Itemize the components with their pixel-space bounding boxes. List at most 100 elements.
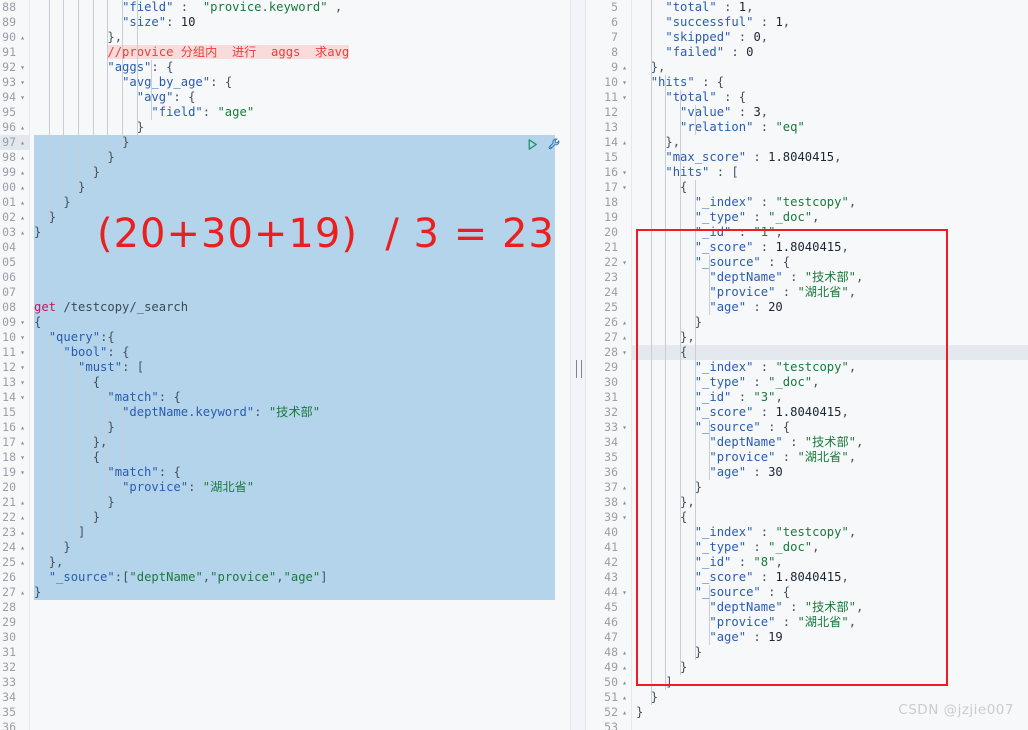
code-line[interactable]: {	[34, 450, 349, 465]
code-line[interactable]	[34, 660, 349, 675]
code-line[interactable]: }	[636, 645, 863, 660]
code-line[interactable]: "_index" : "testcopy",	[636, 195, 863, 210]
code-line[interactable]: },	[636, 135, 863, 150]
code-line[interactable]: "match": {	[34, 390, 349, 405]
code-line[interactable]: "deptName" : "技术部",	[636, 600, 863, 615]
fold-marker[interactable]: ▴	[620, 660, 629, 675]
pane-splitter[interactable]	[570, 0, 586, 730]
code-line[interactable]: },	[636, 330, 863, 345]
code-line[interactable]: "_source":["deptName","provice","age"]	[34, 570, 349, 585]
code-line[interactable]: },	[636, 60, 863, 75]
fold-marker[interactable]: ▴	[620, 315, 629, 330]
fold-marker[interactable]: ▾	[620, 75, 629, 90]
code-line[interactable]: "provice" : "湖北省",	[636, 285, 863, 300]
fold-marker[interactable]: ▴	[18, 540, 27, 555]
fold-marker[interactable]: ▴	[18, 225, 27, 240]
code-line[interactable]: "deptName.keyword": "技术部"	[34, 405, 349, 420]
code-line[interactable]: "field": "age"	[34, 105, 349, 120]
code-line[interactable]: "avg": {	[34, 90, 349, 105]
code-line[interactable]: "max_score" : 1.8040415,	[636, 150, 863, 165]
fold-marker[interactable]: ▴	[620, 705, 629, 720]
request-editor-code[interactable]: "field" : "provice.keyword" , "size": 10…	[34, 0, 350, 730]
code-line[interactable]: "_source" : {	[636, 420, 863, 435]
fold-marker[interactable]: ▾	[620, 180, 629, 195]
code-line[interactable]	[636, 720, 863, 730]
code-line[interactable]: "age" : 19	[636, 630, 863, 645]
fold-marker[interactable]: ▴	[18, 135, 27, 150]
code-line[interactable]: {	[636, 345, 863, 360]
code-line[interactable]: "provice" : "湖北省",	[636, 615, 863, 630]
code-line[interactable]: "age" : 30	[636, 465, 863, 480]
code-line[interactable]: "_score" : 1.8040415,	[636, 570, 863, 585]
code-line[interactable]: }	[636, 705, 863, 720]
code-line[interactable]: "query":{	[34, 330, 349, 345]
code-line[interactable]: "_type" : "_doc",	[636, 540, 863, 555]
code-line[interactable]	[34, 270, 349, 285]
code-line[interactable]: "_score" : 1.8040415,	[636, 240, 863, 255]
code-line[interactable]: }	[34, 150, 349, 165]
fold-marker[interactable]: ▴	[18, 525, 27, 540]
code-line[interactable]: get /testcopy/_search	[34, 300, 349, 315]
code-line[interactable]: {	[636, 180, 863, 195]
fold-marker[interactable]: ▾	[18, 330, 27, 345]
fold-marker[interactable]: ▴	[18, 420, 27, 435]
fold-marker[interactable]: ▴	[18, 195, 27, 210]
code-line[interactable]	[34, 630, 349, 645]
fold-marker[interactable]: ▴	[620, 495, 629, 510]
code-line[interactable]: "_index" : "testcopy",	[636, 525, 863, 540]
code-line[interactable]: }	[636, 690, 863, 705]
code-line[interactable]	[34, 615, 349, 630]
code-line[interactable]: "match": {	[34, 465, 349, 480]
code-line[interactable]: }	[34, 195, 349, 210]
code-line[interactable]	[34, 720, 349, 730]
code-line[interactable]: "hits" : [	[636, 165, 863, 180]
fold-marker[interactable]: ▾	[18, 60, 27, 75]
fold-marker[interactable]: ▾	[18, 75, 27, 90]
code-line[interactable]	[34, 285, 349, 300]
code-line[interactable]: "provice" : "湖北省",	[636, 450, 863, 465]
code-line[interactable]: ]	[636, 675, 863, 690]
code-line[interactable]: "_id" : "8",	[636, 555, 863, 570]
fold-marker[interactable]: ▴	[18, 120, 27, 135]
fold-marker[interactable]: ▾	[620, 510, 629, 525]
fold-marker[interactable]: ▾	[18, 465, 27, 480]
code-line[interactable]	[34, 600, 349, 615]
fold-marker[interactable]: ▾	[18, 375, 27, 390]
code-line[interactable]: },	[636, 495, 863, 510]
code-line[interactable]: }	[34, 495, 349, 510]
fold-marker[interactable]: ▴	[18, 165, 27, 180]
fold-marker[interactable]: ▾	[18, 345, 27, 360]
code-line[interactable]: "_id" : "3",	[636, 390, 863, 405]
code-line[interactable]: "deptName" : "技术部",	[636, 270, 863, 285]
code-line[interactable]: }	[636, 315, 863, 330]
code-line[interactable]: "_id" : "1",	[636, 225, 863, 240]
fold-marker[interactable]: ▴	[18, 510, 27, 525]
code-line[interactable]: },	[34, 435, 349, 450]
splitter-drag-handle[interactable]	[576, 360, 582, 378]
fold-marker[interactable]: ▴	[620, 690, 629, 705]
code-line[interactable]: "field" : "provice.keyword" ,	[34, 0, 349, 15]
code-line[interactable]: "skipped" : 0,	[636, 30, 863, 45]
code-line[interactable]	[34, 705, 349, 720]
code-line[interactable]: {	[636, 510, 863, 525]
code-line[interactable]: "value" : 3,	[636, 105, 863, 120]
fold-marker[interactable]: ▴	[18, 180, 27, 195]
fold-marker[interactable]: ▾	[620, 420, 629, 435]
code-line[interactable]: "size": 10	[34, 15, 349, 30]
fold-marker[interactable]: ▴	[620, 135, 629, 150]
code-line[interactable]: "successful" : 1,	[636, 15, 863, 30]
code-line[interactable]: "must": [	[34, 360, 349, 375]
fold-marker[interactable]: ▾	[620, 165, 629, 180]
fold-marker[interactable]: ▴	[620, 675, 629, 690]
code-line[interactable]: }	[34, 510, 349, 525]
code-line[interactable]: "aggs": {	[34, 60, 349, 75]
code-line[interactable]	[34, 690, 349, 705]
fold-marker[interactable]: ▴	[18, 555, 27, 570]
code-line[interactable]: "relation" : "eq"	[636, 120, 863, 135]
code-line[interactable]: }	[34, 180, 349, 195]
code-line[interactable]: "_type" : "_doc",	[636, 375, 863, 390]
code-line[interactable]: }	[636, 660, 863, 675]
fold-marker[interactable]: ▴	[18, 495, 27, 510]
wrench-icon[interactable]	[547, 137, 562, 152]
code-line[interactable]: {	[34, 315, 349, 330]
